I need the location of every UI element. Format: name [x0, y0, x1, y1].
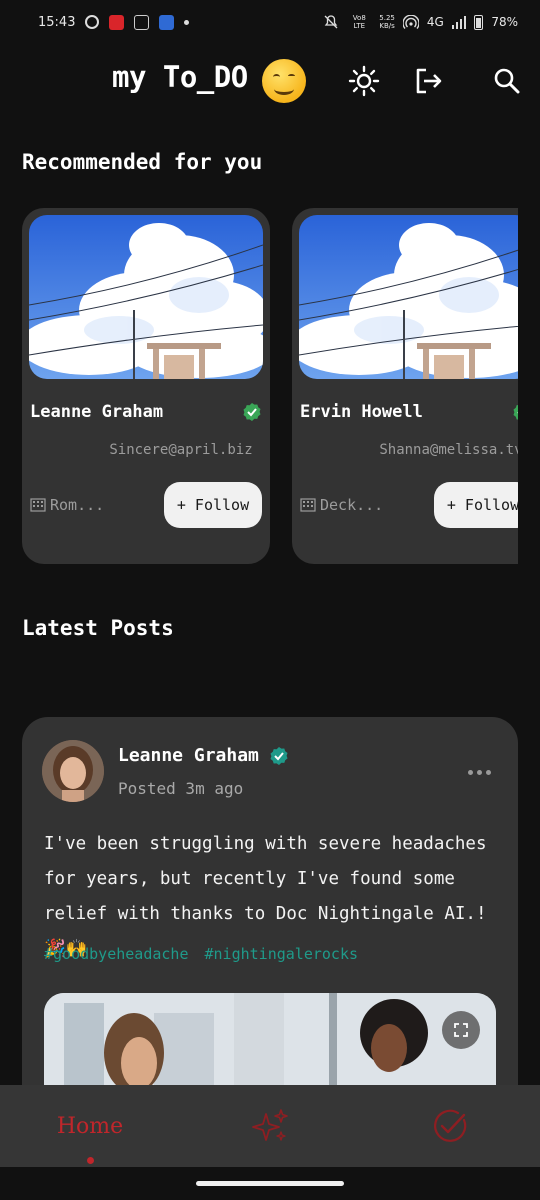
company-label: Deck... — [320, 496, 384, 514]
gesture-area — [0, 1167, 540, 1200]
follow-label: + Follow — [446, 496, 518, 514]
signal-icon — [451, 15, 467, 29]
status-bar: 15:43 Vo8 LTE 5.25 KB/s 4G 78% — [0, 0, 540, 44]
hashtag-link[interactable]: #goodbyeheadache — [44, 945, 189, 963]
verified-badge-icon — [243, 403, 261, 421]
volte-label: Vo8 LTE — [352, 14, 366, 30]
speed-indicator: 5.25 KB/s — [379, 14, 395, 30]
app-badge-icon — [159, 14, 175, 30]
nav-tasks[interactable] — [420, 1085, 480, 1167]
recommended-user-email: Shanna@melissa.tv — [379, 442, 518, 458]
notification-icon — [85, 15, 100, 29]
app-title: my To_DO — [112, 60, 248, 94]
latest-posts-title: Latest Posts — [22, 616, 174, 640]
post-tags: #goodbyeheadache #nightingalerocks — [44, 945, 358, 963]
recommended-user-name: Ervin Howell — [300, 402, 423, 422]
expand-image-button[interactable] — [442, 1011, 480, 1049]
nav-home-label: Home — [56, 1113, 124, 1139]
battery-level: 78% — [491, 15, 518, 29]
post-card[interactable]: Leanne Graham Posted 3m ago I've been st… — [22, 717, 518, 1137]
nav-discover[interactable] — [240, 1085, 300, 1167]
expand-icon — [454, 1023, 468, 1037]
battery-icon — [474, 14, 484, 30]
follow-button[interactable]: + Follow — [164, 482, 262, 528]
building-icon — [30, 498, 46, 512]
sparkles-icon — [252, 1109, 288, 1141]
building-icon — [300, 498, 316, 512]
sun-icon — [348, 65, 380, 97]
post-timestamp: Posted 3m ago — [118, 779, 244, 798]
app-header: my To_DO — [0, 54, 540, 110]
cover-image — [29, 215, 263, 379]
app-notification-icon — [109, 14, 125, 30]
network-type: 4G — [426, 15, 444, 29]
hotspot-icon — [402, 15, 419, 29]
recommended-user-company: Rom... — [30, 496, 104, 514]
theme-toggle-button[interactable] — [347, 64, 381, 98]
avatar[interactable] — [42, 740, 104, 802]
company-label: Rom... — [50, 496, 105, 514]
recommended-card[interactable]: Leanne Graham Sincere@april.biz Rom... +… — [22, 208, 270, 564]
status-time: 15:43 — [38, 14, 76, 30]
home-gesture-bar[interactable] — [196, 1181, 344, 1186]
follow-button[interactable]: + Follow — [434, 482, 518, 528]
follow-label: + Follow — [176, 496, 250, 514]
bug-icon — [134, 14, 150, 30]
recommended-user-company: Deck... — [300, 496, 383, 514]
active-indicator — [87, 1157, 94, 1164]
search-button[interactable] — [490, 64, 524, 98]
dot — [485, 769, 491, 775]
hashtag-link[interactable]: #nightingalerocks — [205, 945, 359, 963]
smile-emoji-icon — [262, 59, 306, 103]
dot — [476, 769, 482, 775]
logout-button[interactable] — [412, 64, 446, 98]
nav-home[interactable]: Home — [40, 1085, 140, 1167]
dot — [467, 769, 473, 775]
recommended-title: Recommended for you — [22, 150, 263, 174]
verified-badge-icon — [513, 405, 518, 420]
search-icon — [494, 68, 520, 94]
recommended-card[interactable]: Ervin Howell Shanna@melissa.tv Deck... +… — [292, 208, 518, 564]
verified-badge-icon — [270, 747, 288, 765]
recommended-user-email: Sincere@april.biz — [109, 442, 253, 458]
speed-value: 5.25 — [379, 14, 395, 22]
post-author-name[interactable]: Leanne Graham — [118, 745, 259, 766]
bottom-navigation: Home — [0, 1085, 540, 1167]
mute-icon — [324, 15, 338, 29]
more-options-button[interactable] — [464, 765, 494, 779]
cover-image — [299, 215, 518, 379]
more-notifications-dot — [184, 19, 190, 25]
logout-icon — [416, 68, 442, 94]
recommended-carousel[interactable]: Leanne Graham Sincere@april.biz Rom... +… — [22, 208, 518, 568]
recommended-user-name: Leanne Graham — [30, 402, 164, 422]
check-circle-icon — [434, 1109, 467, 1142]
speed-unit: KB/s — [379, 22, 395, 30]
